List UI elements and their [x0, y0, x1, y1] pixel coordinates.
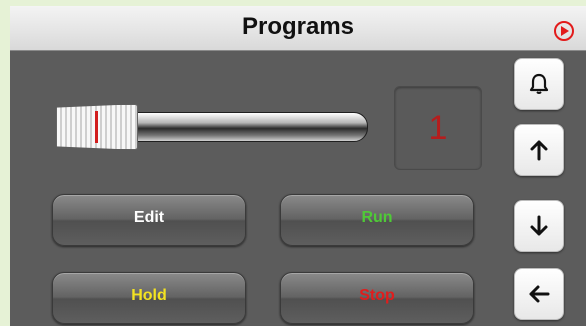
program-slider[interactable]: [56, 104, 374, 150]
hold-button-label: Hold: [131, 287, 167, 304]
edit-button[interactable]: Edit: [52, 194, 246, 246]
program-number-display: 1: [394, 86, 482, 170]
stop-button[interactable]: Stop: [280, 272, 474, 324]
page-title: Programs: [241, 13, 355, 40]
arrow-down-icon: [530, 215, 548, 236]
bell-icon: [529, 73, 549, 94]
title-bar: Programs: [10, 6, 586, 51]
back-button[interactable]: [514, 268, 564, 320]
stop-button-label: Stop: [359, 287, 395, 304]
up-button[interactable]: [514, 124, 564, 176]
slider-thumb[interactable]: [56, 104, 138, 150]
program-number: 1: [428, 109, 448, 147]
slider-thumb-indicator: [95, 111, 98, 143]
edit-button-label: Edit: [133, 209, 165, 226]
arrow-left-icon: [529, 285, 550, 303]
run-button[interactable]: Run: [280, 194, 474, 246]
hold-button[interactable]: Hold: [52, 272, 246, 324]
play-circle-icon[interactable]: [554, 21, 574, 41]
alarm-button[interactable]: [514, 58, 564, 110]
down-button[interactable]: [514, 200, 564, 252]
programs-screen: Programs 1 Edit Run Hold Stop: [10, 6, 586, 326]
arrow-up-icon: [530, 140, 548, 161]
run-button-label: Run: [361, 209, 393, 226]
slider-track: [116, 112, 368, 142]
